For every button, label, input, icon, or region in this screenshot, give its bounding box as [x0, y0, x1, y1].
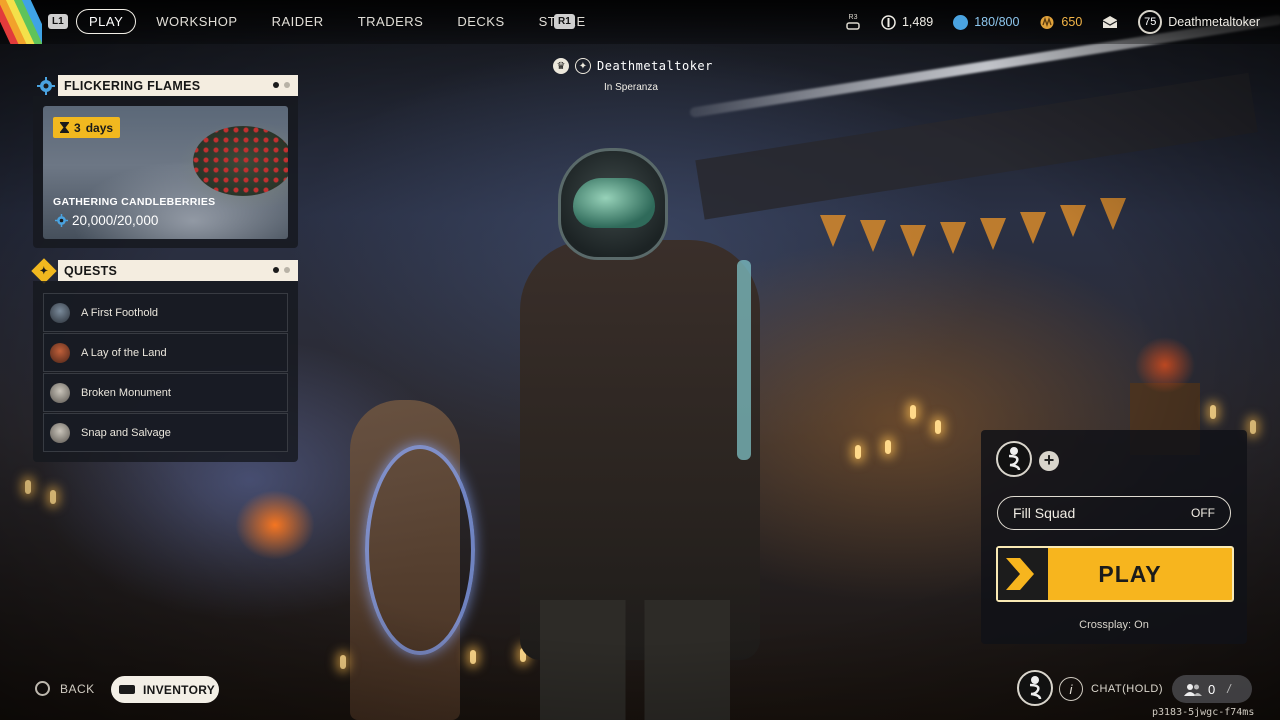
quest-item[interactable]: Snap and Salvage — [43, 413, 288, 452]
player-name: Deathmetaltoker — [597, 59, 713, 73]
crown-icon: ♛ — [553, 58, 569, 74]
currency-seeds: 180/800 — [953, 14, 1020, 30]
timer-unit: days — [85, 120, 114, 135]
event-progress: 20,000/20,000 — [55, 213, 158, 228]
quest-item[interactable]: Broken Monument — [43, 373, 288, 412]
fill-squad-toggle[interactable]: Fill Squad OFF — [997, 496, 1231, 530]
play-chevron-icon — [998, 548, 1048, 600]
fill-squad-state: OFF — [1191, 506, 1215, 520]
snake-avatar-icon — [1029, 676, 1042, 700]
hourglass-icon — [60, 122, 69, 133]
currency-bar: R3 1,489 180/800 650 75 Deathmetaltoker — [845, 0, 1280, 44]
main-nav: PLAY WORKSHOP RAIDER TRADERS DECKS STORE — [76, 9, 606, 34]
crossplay-status: Crossplay: On — [1079, 619, 1149, 631]
add-squad-member-button[interactable]: + — [1039, 451, 1059, 471]
mail-icon — [1102, 16, 1118, 28]
quest-label: Broken Monument — [81, 386, 171, 399]
quest-item[interactable]: A Lay of the Land — [43, 333, 288, 372]
event-progress-value: 20,000/20,000 — [72, 213, 159, 228]
back-button[interactable]: BACK — [35, 681, 95, 696]
quest-giver-avatar — [50, 302, 70, 323]
nav-tab-play[interactable]: PLAY — [76, 9, 137, 34]
nav-tab-raider[interactable]: RAIDER — [258, 9, 338, 34]
friends-count: 0 — [1208, 681, 1216, 697]
circle-button-icon — [35, 681, 50, 696]
build-id: p3183-5jwgc-f74ms — [1152, 707, 1255, 718]
chat-hold[interactable]: i CHAT(HOLD) — [1059, 677, 1163, 701]
tokens-value: 180/800 — [974, 15, 1020, 29]
profile-username: Deathmetaltoker — [1168, 15, 1260, 29]
nav-tab-traders[interactable]: TRADERS — [344, 9, 438, 34]
back-label: BACK — [60, 681, 95, 696]
progress-gear-icon — [55, 214, 68, 227]
l1-button-hint: L1 — [48, 14, 68, 29]
inventory-label: INVENTORY — [143, 682, 216, 697]
quests-panel-header[interactable]: QUESTS — [58, 260, 298, 281]
mic-icon: / — [1227, 682, 1231, 696]
quest-giver-avatar — [50, 382, 70, 403]
touchpad-icon — [119, 685, 135, 694]
player-location: In Speranza — [604, 82, 658, 93]
event-panel-header[interactable]: FLICKERING FLAMES — [58, 75, 298, 96]
friends-icon — [1184, 683, 1202, 696]
profile[interactable]: 75 Deathmetaltoker — [1138, 10, 1260, 34]
r1-button-hint: R1 — [554, 14, 575, 29]
creds-value: 650 — [1061, 15, 1083, 29]
svg-text:R3: R3 — [848, 14, 857, 21]
page-dots — [273, 82, 290, 88]
quest-item[interactable]: A First Foothold — [43, 293, 288, 332]
play-button[interactable]: PLAY — [996, 546, 1234, 602]
r3-stick-icon: R3 — [846, 14, 860, 30]
play-button-label: PLAY — [1098, 560, 1162, 587]
event-header-title: FLICKERING FLAMES — [64, 78, 201, 93]
event-timer: 3 days — [53, 117, 121, 138]
snake-avatar-icon — [1008, 447, 1021, 471]
cred-icon — [1040, 15, 1054, 29]
currency-coins: 1,489 — [881, 14, 934, 30]
quest-label: Snap and Salvage — [81, 426, 171, 439]
quest-label: A Lay of the Land — [81, 346, 167, 359]
rank-icon: ✦ — [575, 58, 591, 74]
coin-icon — [881, 14, 896, 30]
page-dots — [273, 267, 290, 273]
timer-value: 3 — [74, 120, 81, 135]
chat-label: CHAT(HOLD) — [1091, 683, 1164, 695]
candleberry-bush-image — [193, 126, 288, 196]
mailbox[interactable] — [1102, 15, 1118, 29]
player-nameplate: ♛ ✦ Deathmetaltoker — [553, 58, 713, 74]
player-level-badge: 75 — [1138, 10, 1163, 34]
quests-header-title: QUESTS — [64, 263, 118, 278]
quest-giver-avatar — [50, 422, 70, 443]
event-gear-icon — [35, 75, 57, 97]
player-avatar[interactable] — [1017, 670, 1053, 706]
top-nav-bar: L1 PLAY WORKSHOP RAIDER TRADERS DECKS ST… — [0, 0, 1280, 44]
currency-creds: 650 — [1039, 15, 1082, 30]
nav-tab-decks[interactable]: DECKS — [443, 9, 518, 34]
r3-hint[interactable]: R3 — [845, 11, 861, 33]
coins-value: 1,489 — [901, 15, 934, 29]
brand-stripes — [0, 0, 42, 44]
inventory-button[interactable]: INVENTORY — [111, 676, 219, 703]
quest-label: A First Foothold — [81, 306, 159, 319]
event-title: GATHERING CANDLEBERRIES — [53, 196, 216, 208]
friends-button[interactable]: 0 / — [1172, 675, 1252, 703]
nav-tab-workshop[interactable]: WORKSHOP — [142, 9, 251, 34]
token-icon — [953, 14, 969, 30]
quest-giver-avatar — [50, 342, 70, 363]
squad-member-avatar[interactable] — [996, 441, 1032, 477]
chat-icon: i — [1059, 677, 1083, 701]
fill-squad-label: Fill Squad — [1013, 505, 1076, 521]
